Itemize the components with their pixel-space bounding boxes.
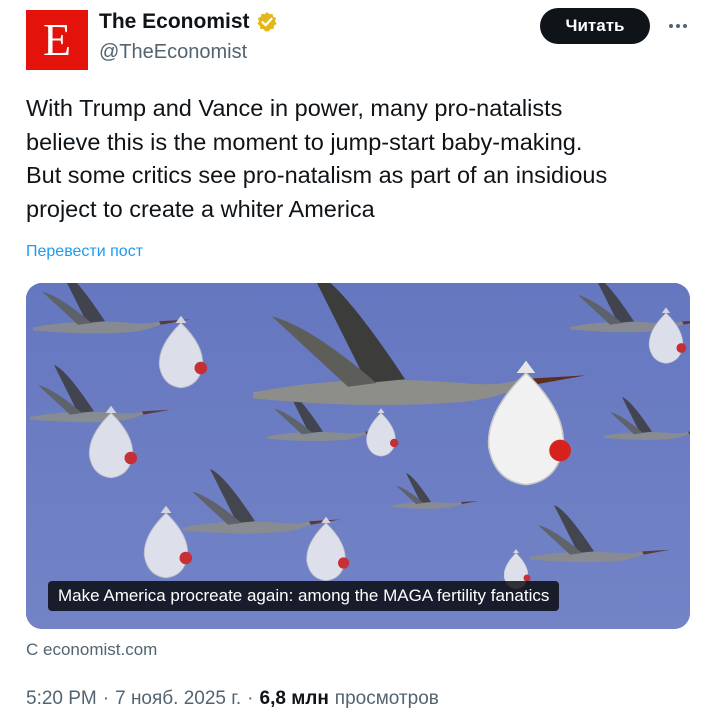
card-source[interactable]: С economist.com [26,640,157,660]
author-avatar[interactable]: E [26,10,88,70]
storks-illustration [26,283,690,629]
more-dots-icon[interactable] [660,8,696,44]
avatar-letter: E [42,14,72,65]
author-display-name[interactable]: The Economist [99,10,250,34]
tweet-text: With Trump and Vance in power, many pro-… [26,95,608,222]
author-handle[interactable]: @TheEconomist [99,41,247,64]
verified-badge-icon [256,12,277,32]
tweet-meta: 5:20 PM · 7 нояб. 2025 г. · 6,8 млн прос… [26,688,439,710]
meta-separator-2: · [247,688,254,709]
views-count: 6,8 млн [259,688,329,709]
tweet-date[interactable]: 7 нояб. 2025 г. [115,688,241,710]
card-headline: Make America procreate again: among the … [48,581,560,611]
translate-post-link[interactable]: Перевести пост [26,243,143,261]
follow-button[interactable]: Читать [540,8,650,44]
link-card[interactable]: Make America procreate again: among the … [26,283,690,629]
tweet-time[interactable]: 5:20 PM [26,688,97,710]
views-label: просмотров [334,688,439,709]
meta-separator: · [102,688,110,709]
